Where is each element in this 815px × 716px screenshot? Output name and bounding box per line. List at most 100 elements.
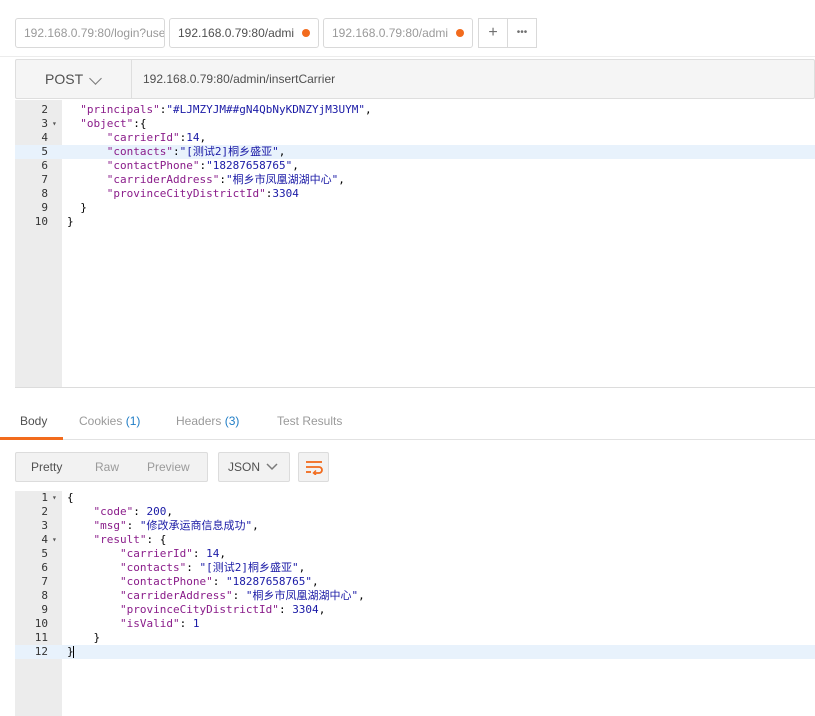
unsaved-dot-icon — [302, 29, 310, 37]
code-line: 9 } — [15, 201, 815, 215]
code-line: 2 "code": 200, — [15, 505, 815, 519]
line-number: 5 — [41, 547, 48, 560]
code-line: 3 ▾ "object":{ — [15, 117, 815, 131]
code-text: "object":{ — [80, 117, 147, 130]
tab-headers[interactable]: Headers (3) — [176, 414, 239, 428]
code-text: "isValid": 1 — [119, 617, 200, 630]
code-text: "code": 200, — [93, 505, 174, 518]
response-tabs: Body Cookies (1) Headers (3) Test Result… — [0, 400, 815, 440]
line-number: 7 — [41, 173, 48, 186]
wrap-lines-icon — [306, 461, 323, 475]
code-line: 8 "carriderAddress": "桐乡市凤凰湖湖中心", — [15, 589, 815, 603]
line-number: 2 — [41, 505, 48, 518]
code-text: "provinceCityDistrictId":3304 — [106, 187, 299, 200]
format-label: JSON — [228, 460, 261, 474]
code-line: 11 } — [15, 631, 815, 645]
line-number: 2 — [41, 103, 48, 116]
plus-icon: + — [488, 24, 498, 41]
code-line: 10} — [15, 215, 815, 229]
line-number: 10 — [34, 617, 48, 630]
code-text: "contactPhone": "18287658765", — [119, 575, 319, 588]
code-line: 7 "carriderAddress":"桐乡市凤凰湖湖中心", — [15, 173, 815, 187]
tab-label: 192.168.0.79:80/admi — [332, 26, 449, 40]
code-text: "principals":"#LJMZYJM##gN4QbNyKDNZYjM3U… — [80, 103, 372, 116]
line-number: 9 — [41, 603, 48, 616]
method-select[interactable]: POST — [16, 60, 132, 98]
fold-toggle-icon[interactable]: ▾ — [52, 117, 57, 131]
line-number: 5 — [41, 145, 48, 158]
code-line: 6 "contacts": "[测试2]桐乡盛亚", — [15, 561, 815, 575]
code-text: } — [67, 201, 87, 214]
new-tab-button[interactable]: + — [478, 18, 508, 48]
preview-button[interactable]: Preview — [147, 460, 190, 474]
line-number: 11 — [34, 631, 48, 644]
text-cursor — [73, 646, 74, 658]
code-line: 2 "principals":"#LJMZYJM##gN4QbNyKDNZYjM… — [15, 103, 815, 117]
format-select[interactable]: JSON — [218, 452, 290, 482]
view-mode-group: Pretty Raw Preview — [15, 452, 208, 482]
code-text: "msg": "修改承运商信息成功", — [93, 519, 259, 532]
code-text: } — [67, 631, 101, 644]
more-tabs-button[interactable]: ••• — [507, 18, 537, 48]
line-number: 8 — [41, 187, 48, 200]
code-text: "carriderAddress":"桐乡市凤凰湖湖中心", — [106, 173, 345, 186]
code-text: "provinceCityDistrictId": 3304, — [119, 603, 326, 616]
line-number: 9 — [41, 201, 48, 214]
fold-toggle-icon[interactable]: ▾ — [52, 491, 57, 505]
line-number: 3 — [41, 117, 48, 130]
code-line: 5 "contacts":"[测试2]桐乡盛亚", — [15, 145, 815, 159]
tab-cookies-label: Cookies — [79, 414, 123, 428]
tab-label: 192.168.0.79:80/login?userna — [24, 26, 165, 40]
line-number: 1 — [41, 491, 48, 504]
request-body-editor[interactable]: 2 "principals":"#LJMZYJM##gN4QbNyKDNZYjM… — [15, 100, 815, 388]
cookies-count: (1) — [125, 414, 141, 428]
code-line: 9 "provinceCityDistrictId": 3304, — [15, 603, 815, 617]
active-tab-indicator — [0, 437, 63, 440]
tab-headers-label: Headers — [176, 414, 222, 428]
request-tab-2[interactable]: 192.168.0.79:80/admi — [169, 18, 319, 48]
response-body-viewer[interactable]: 1 ▾{2 "code": 200, 3 "msg": "修改承运商信息成功", 4 ▾… — [15, 491, 815, 716]
request-tab-3[interactable]: 192.168.0.79:80/admi — [323, 18, 473, 48]
code-text: { — [67, 491, 74, 504]
code-line: 10 "isValid": 1 — [15, 617, 815, 631]
line-number: 12 — [34, 645, 48, 658]
chevron-down-icon — [266, 463, 278, 471]
tab-body[interactable]: Body — [20, 414, 47, 428]
line-number: 6 — [41, 561, 48, 574]
line-number: 7 — [41, 575, 48, 588]
method-label: POST — [45, 71, 84, 87]
wrap-lines-button[interactable] — [298, 452, 329, 482]
more-icon: ••• — [516, 27, 528, 38]
code-text: "contactPhone":"18287658765", — [106, 159, 299, 172]
line-number: 4 — [41, 131, 48, 144]
code-text: } — [67, 215, 74, 228]
code-line: 3 "msg": "修改承运商信息成功", — [15, 519, 815, 533]
fold-toggle-icon[interactable]: ▾ — [52, 533, 57, 547]
code-line: 6 "contactPhone":"18287658765", — [15, 159, 815, 173]
code-line: 4 ▾ "result": { — [15, 533, 815, 547]
code-line: 8 "provinceCityDistrictId":3304 — [15, 187, 815, 201]
line-number: 6 — [41, 159, 48, 172]
code-line: 1 ▾ { — [15, 491, 815, 505]
line-number: 8 — [41, 589, 48, 602]
code-text: "carrierId":14, — [106, 131, 207, 144]
request-tab-bar: 192.168.0.79:80/login?userna 192.168.0.7… — [0, 0, 815, 57]
code-text: "carrierId": 14, — [119, 547, 226, 560]
code-line: 12} — [15, 645, 815, 659]
code-text: "contacts": "[测试2]桐乡盛亚", — [119, 561, 306, 574]
chevron-down-icon — [89, 72, 102, 85]
code-line: 7 "contactPhone": "18287658765", — [15, 575, 815, 589]
pretty-button[interactable]: Pretty — [31, 460, 62, 474]
code-text: "result": { — [93, 533, 167, 546]
line-number: 4 — [41, 533, 48, 546]
code-text: "carriderAddress": "桐乡市凤凰湖湖中心", — [119, 589, 365, 602]
tab-test-results[interactable]: Test Results — [277, 414, 342, 428]
tab-cookies[interactable]: Cookies (1) — [79, 414, 140, 428]
url-input[interactable]: 192.168.0.79:80/admin/insertCarrier — [143, 60, 335, 98]
unsaved-dot-icon — [456, 29, 464, 37]
headers-count: (3) — [224, 414, 240, 428]
raw-button[interactable]: Raw — [95, 460, 119, 474]
response-toolbar: Pretty Raw Preview JSON — [0, 441, 815, 491]
line-number: 3 — [41, 519, 48, 532]
request-tab-1[interactable]: 192.168.0.79:80/login?userna — [15, 18, 165, 48]
